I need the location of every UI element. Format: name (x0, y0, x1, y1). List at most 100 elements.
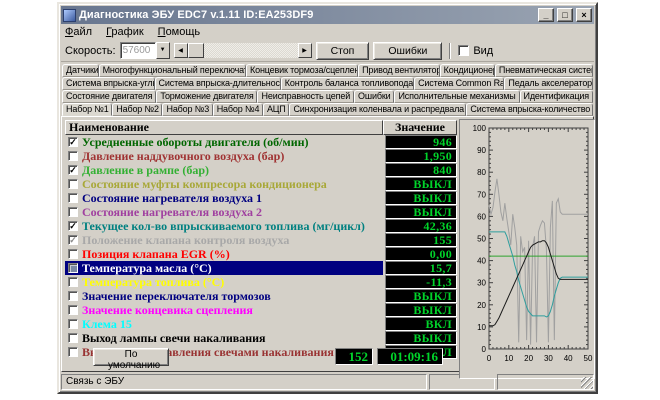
param-name-cell[interactable]: Температура масла (°C) (65, 261, 383, 275)
row-checkbox[interactable] (68, 263, 78, 273)
param-name-cell[interactable]: Выход лампы свечи накаливания (65, 331, 383, 345)
close-button[interactable]: × (576, 8, 592, 22)
tab-r2-2[interactable]: Система впрыска-длительность (155, 77, 281, 90)
row-checkbox[interactable]: ✓ (68, 221, 78, 231)
row-checkbox[interactable] (68, 151, 78, 161)
tab-r1-3[interactable]: Концевик тормоза/сцепления (246, 64, 358, 77)
param-value: -11,3 (385, 275, 457, 289)
table-row[interactable]: Значение переключателя тормозовВЫКЛ (65, 289, 457, 303)
table-row[interactable]: ✓Положение клапана контроля воздуха155 (65, 233, 457, 247)
param-name-cell[interactable]: ✓Положение клапана контроля воздуха (65, 233, 383, 247)
row-checkbox[interactable] (68, 179, 78, 189)
row-checkbox[interactable] (68, 249, 78, 259)
tab-r4-2[interactable]: Набор №2 (112, 103, 162, 116)
tab-r4-1[interactable]: Набор №1 (62, 103, 112, 116)
row-checkbox[interactable]: ✓ (68, 235, 78, 245)
scroll-right-button[interactable]: ▶ (298, 43, 312, 58)
tab-r2-4[interactable]: Система Common Rail (414, 77, 504, 90)
menu-bar: Файл График Помощь (61, 24, 594, 40)
param-name-cell[interactable]: Состояние муфты компресора кондиционера (65, 177, 383, 191)
tab-r3-1[interactable]: Состояние двигателя (62, 90, 156, 103)
row-checkbox[interactable] (68, 207, 78, 217)
speed-value: 57600 (120, 42, 156, 59)
row-checkbox[interactable] (68, 291, 78, 301)
tab-r4-6[interactable]: Синхронизация коленвала и распредвала (289, 103, 466, 116)
menu-item-file[interactable]: Файл (65, 26, 92, 38)
chevron-down-icon[interactable]: ▼ (156, 42, 170, 59)
param-name-cell[interactable]: Позиция клапана EGR (%) (65, 247, 383, 261)
tab-r4-4[interactable]: Набор №4 (213, 103, 263, 116)
speed-scrollbar[interactable]: ◀ ▶ (174, 43, 312, 58)
row-checkbox[interactable] (68, 305, 78, 315)
row-checkbox[interactable]: ✓ (68, 165, 78, 175)
resize-grip[interactable] (581, 377, 593, 389)
param-name-cell[interactable]: Значение концевика сцепления (65, 303, 383, 317)
stop-button[interactable]: Стоп (316, 42, 370, 60)
scroll-left-button[interactable]: ◀ (174, 43, 188, 58)
table-row[interactable]: Температура топлива (°C)-11,3 (65, 275, 457, 289)
tab-r1-1[interactable]: Датчики (62, 64, 99, 77)
param-name-cell[interactable]: ✓ Текущее кол-во впрыскиваемого топлива (… (65, 219, 383, 233)
table-row[interactable]: Выход лампы свечи накаливанияВЫКЛ (65, 331, 457, 345)
tab-r3-6[interactable]: Идентификация (520, 90, 593, 103)
param-value: 155 (385, 233, 457, 247)
tab-r1-2[interactable]: Многофункциональный переключатель (99, 64, 246, 77)
maximize-button[interactable]: □ (557, 8, 573, 22)
errors-button[interactable]: Ошибки (373, 42, 442, 60)
tab-r3-5[interactable]: Исполнительные механизмы (394, 90, 519, 103)
param-name-cell[interactable]: Значение переключателя тормозов (65, 289, 383, 303)
table-row[interactable]: Температура масла (°C)15,7 (65, 261, 457, 275)
param-name-cell[interactable]: Давление наддувочного воздуха (бар) (65, 149, 383, 163)
table-row[interactable]: Значение концевика сцепленияВЫКЛ (65, 303, 457, 317)
param-name-cell[interactable]: ✓Давление в рампе (бар) (65, 163, 383, 177)
view-checkbox[interactable] (458, 45, 469, 56)
table-row[interactable]: Состояние муфты компресора кондиционераВ… (65, 177, 457, 191)
tab-r2-1[interactable]: Система впрыска-углы (62, 77, 155, 90)
svg-text:50: 50 (477, 235, 486, 244)
tab-r4-7[interactable]: Система впрыска-количество (466, 103, 593, 116)
minimize-button[interactable]: _ (538, 8, 554, 22)
param-name-cell[interactable]: ✓Усредненные обороты двигателя (об/мин) (65, 135, 383, 149)
param-value: ВЫКЛ (385, 191, 457, 205)
table-row[interactable]: Позиция клапана EGR (%)0,00 (65, 247, 457, 261)
table-row[interactable]: Состояние нагревателя воздуха 2ВЫКЛ (65, 205, 457, 219)
table-row[interactable]: ✓ Текущее кол-во впрыскиваемого топлива (… (65, 219, 457, 233)
timer-led: 01:09:16 (377, 348, 443, 365)
tab-r3-2[interactable]: Торможение двигателя (156, 90, 257, 103)
param-name-cell[interactable]: Температура топлива (°C) (65, 275, 383, 289)
table-row[interactable]: Давление наддувочного воздуха (бар)1,950 (65, 149, 457, 163)
tab-r3-4[interactable]: Ошибки (354, 90, 394, 103)
status-text: Связь с ЭБУ (61, 374, 427, 390)
menu-item-graph[interactable]: График (106, 26, 144, 38)
tab-r4-5[interactable]: АЦП (263, 103, 290, 116)
row-checkbox[interactable] (68, 277, 78, 287)
row-checkbox[interactable] (68, 193, 78, 203)
param-label: Выход лампы свечи накаливания (82, 332, 266, 345)
tab-r2-5[interactable]: Педаль акселератора (504, 77, 593, 90)
scrollbar-track[interactable] (204, 43, 298, 58)
param-name-cell[interactable]: Состояние нагревателя воздуха 1 (65, 191, 383, 205)
tab-r2-3[interactable]: Контроль баланса топливоподачи (281, 77, 414, 90)
row-checkbox[interactable] (68, 333, 78, 343)
default-button[interactable]: По умолчанию (93, 348, 169, 366)
tab-r3-3[interactable]: Неисправность цепей (257, 90, 354, 103)
tab-r1-4[interactable]: Привод вентилятора (358, 64, 440, 77)
param-name-cell[interactable]: Состояние нагревателя воздуха 2 (65, 205, 383, 219)
param-value: 0,00 (385, 247, 457, 261)
header-value: Значение (383, 120, 457, 135)
param-label: Текущее кол-во впрыскиваемого топлива (м… (82, 220, 365, 233)
tab-page: Наименование Значение ✓Усредненные оборо… (61, 116, 594, 372)
scrollbar-thumb[interactable] (188, 43, 204, 58)
param-name-cell[interactable]: Клема 15 (65, 317, 383, 331)
table-row[interactable]: ✓Давление в рампе (бар)840 (65, 163, 457, 177)
table-row[interactable]: Состояние нагревателя воздуха 1ВЫКЛ (65, 191, 457, 205)
tab-r1-5[interactable]: Кондиционер (440, 64, 495, 77)
menu-item-help[interactable]: Помощь (158, 26, 201, 38)
row-checkbox[interactable]: ✓ (68, 137, 78, 147)
tab-r1-6[interactable]: Пневматическая система (495, 64, 593, 77)
tab-r4-3[interactable]: Набор №3 (162, 103, 212, 116)
table-row[interactable]: ✓Усредненные обороты двигателя (об/мин)9… (65, 135, 457, 149)
speed-combo[interactable]: 57600 ▼ (120, 42, 170, 59)
row-checkbox[interactable] (68, 319, 78, 329)
table-row[interactable]: Клема 15ВКЛ (65, 317, 457, 331)
